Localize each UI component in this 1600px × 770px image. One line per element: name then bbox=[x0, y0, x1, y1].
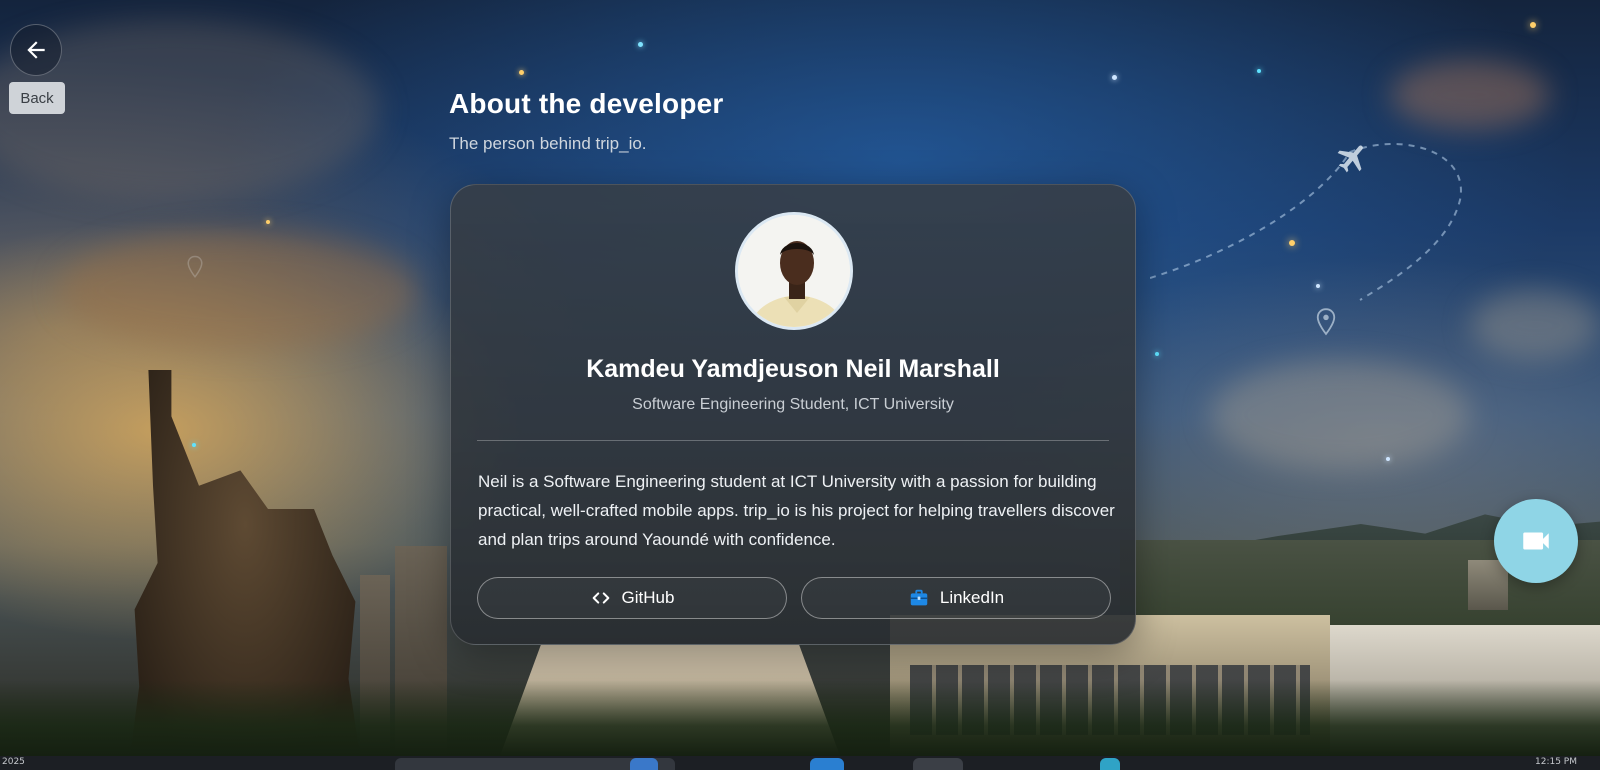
star bbox=[266, 220, 270, 224]
cloud bbox=[1210, 360, 1470, 470]
developer-bio: Neil is a Software Engineering student a… bbox=[478, 472, 1115, 549]
cloud bbox=[1470, 290, 1600, 360]
back-tooltip: Back bbox=[9, 82, 65, 114]
developer-name: Kamdeu Yamdjeuson Neil Marshall bbox=[586, 355, 1000, 383]
page-subtitle: The person behind trip_io. bbox=[449, 134, 647, 153]
arrow-left-icon bbox=[27, 41, 45, 59]
star bbox=[1386, 457, 1390, 461]
developer-role: Software Engineering Student, ICT Univer… bbox=[632, 396, 954, 413]
map-pin-icon bbox=[187, 255, 203, 278]
briefcase-icon bbox=[910, 589, 928, 606]
avatar bbox=[735, 212, 853, 330]
cloud bbox=[1390, 60, 1550, 130]
tree-line bbox=[0, 680, 1600, 756]
video-call-button[interactable] bbox=[1494, 499, 1578, 583]
flight-path-line bbox=[1150, 143, 1462, 301]
developer-card: Kamdeu Yamdjeuson Neil Marshall Software… bbox=[450, 184, 1136, 645]
back-button[interactable] bbox=[10, 24, 62, 76]
star bbox=[1530, 22, 1536, 28]
code-icon bbox=[592, 592, 609, 604]
page-title: About the developer bbox=[449, 88, 724, 119]
map-pin-icon bbox=[1316, 308, 1336, 336]
taskbar: 2025 12:15 PM bbox=[0, 756, 1600, 770]
cloud bbox=[60, 230, 420, 350]
star bbox=[638, 42, 643, 47]
taskbar-left-text: 2025 bbox=[2, 757, 25, 767]
github-button[interactable]: GitHub bbox=[477, 577, 787, 619]
star bbox=[1257, 69, 1261, 73]
star bbox=[1112, 75, 1117, 80]
divider bbox=[477, 440, 1109, 441]
star bbox=[1155, 352, 1159, 356]
video-camera-icon bbox=[1523, 532, 1549, 550]
avatar-photo bbox=[738, 215, 850, 327]
taskbar-app[interactable] bbox=[913, 758, 963, 770]
taskbar-app[interactable] bbox=[1100, 758, 1120, 770]
airplane-icon bbox=[1337, 145, 1363, 173]
taskbar-clock: 12:15 PM bbox=[1535, 757, 1577, 767]
linkedin-button[interactable]: LinkedIn bbox=[801, 577, 1111, 619]
building bbox=[1468, 560, 1508, 610]
github-label: GitHub bbox=[621, 588, 675, 607]
star bbox=[192, 443, 196, 447]
star bbox=[519, 70, 524, 75]
taskbar-app[interactable] bbox=[810, 758, 844, 770]
taskbar-app[interactable] bbox=[630, 758, 658, 770]
linkedin-label: LinkedIn bbox=[939, 588, 1005, 607]
